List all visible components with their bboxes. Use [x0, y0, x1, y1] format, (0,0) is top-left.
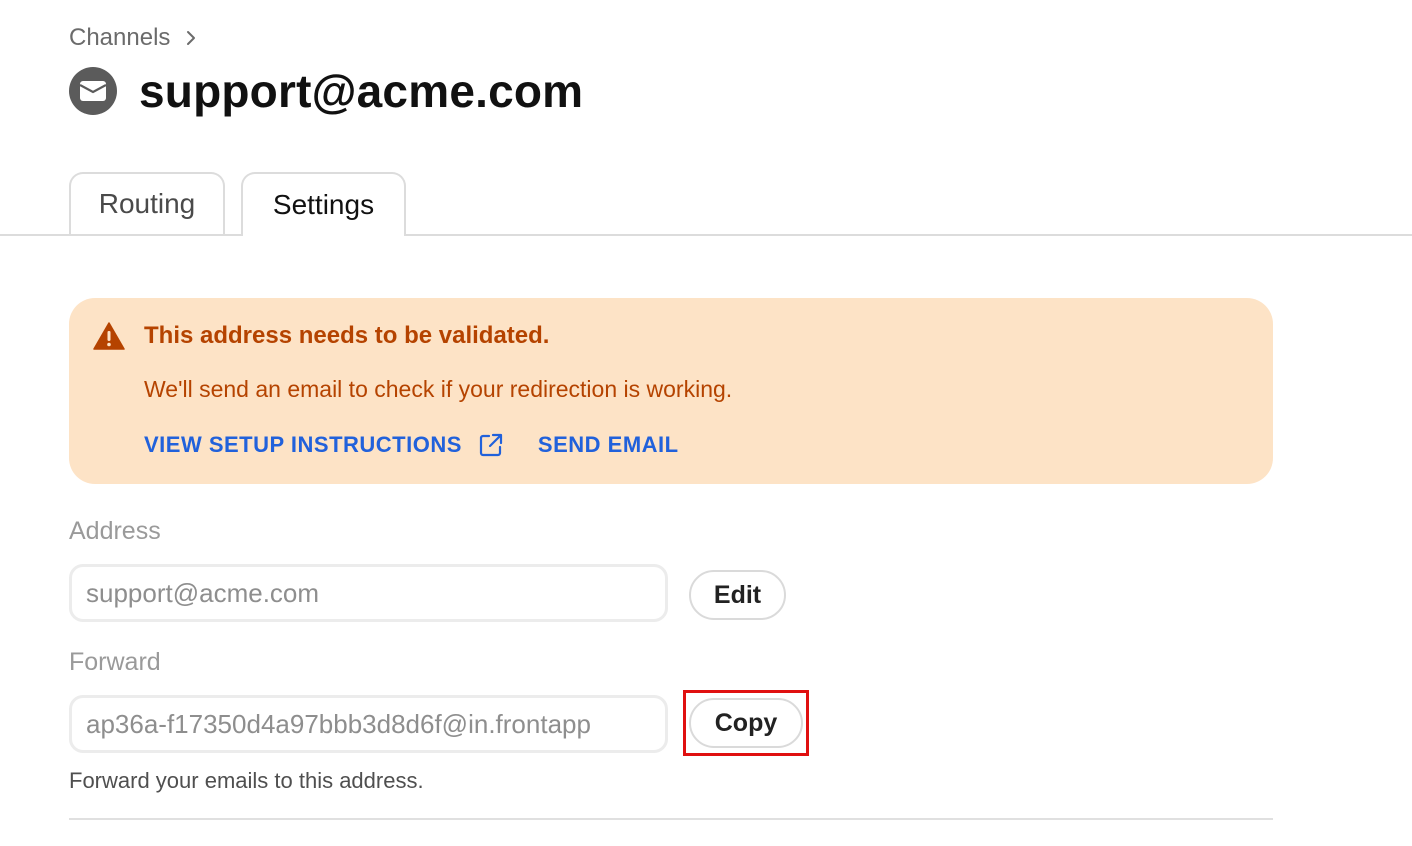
chevron-right-icon — [187, 31, 196, 45]
external-link-icon[interactable] — [478, 432, 504, 458]
banner-headline: This address needs to be validated. — [144, 322, 550, 349]
envelope-icon — [69, 67, 117, 115]
tab-settings[interactable]: Settings — [241, 172, 406, 236]
address-label: Address — [69, 517, 161, 545]
section-divider — [69, 818, 1273, 820]
breadcrumb: Channels — [69, 24, 202, 52]
forward-address-field[interactable] — [69, 695, 668, 753]
forward-label: Forward — [69, 648, 161, 676]
banner-message: We'll send an email to check if your red… — [144, 376, 733, 402]
breadcrumb-channels[interactable]: Channels — [69, 24, 170, 52]
banner-actions: VIEW SETUP INSTRUCTIONS SEND EMAIL — [144, 432, 679, 458]
page-header: support@acme.com — [69, 64, 583, 118]
warning-triangle-icon — [93, 322, 125, 350]
page-title: support@acme.com — [139, 65, 584, 117]
forward-hint: Forward your emails to this address. — [69, 768, 424, 793]
copy-button[interactable]: Copy — [689, 698, 803, 748]
address-field[interactable] — [69, 564, 668, 622]
view-setup-instructions-link[interactable]: VIEW SETUP INSTRUCTIONS — [144, 432, 462, 458]
tab-routing[interactable]: Routing — [69, 172, 225, 234]
tab-bar: Routing Settings — [0, 172, 1412, 236]
edit-button[interactable]: Edit — [689, 570, 786, 620]
validation-banner: This address needs to be validated. We'l… — [69, 298, 1273, 484]
send-email-link[interactable]: SEND EMAIL — [538, 432, 679, 458]
